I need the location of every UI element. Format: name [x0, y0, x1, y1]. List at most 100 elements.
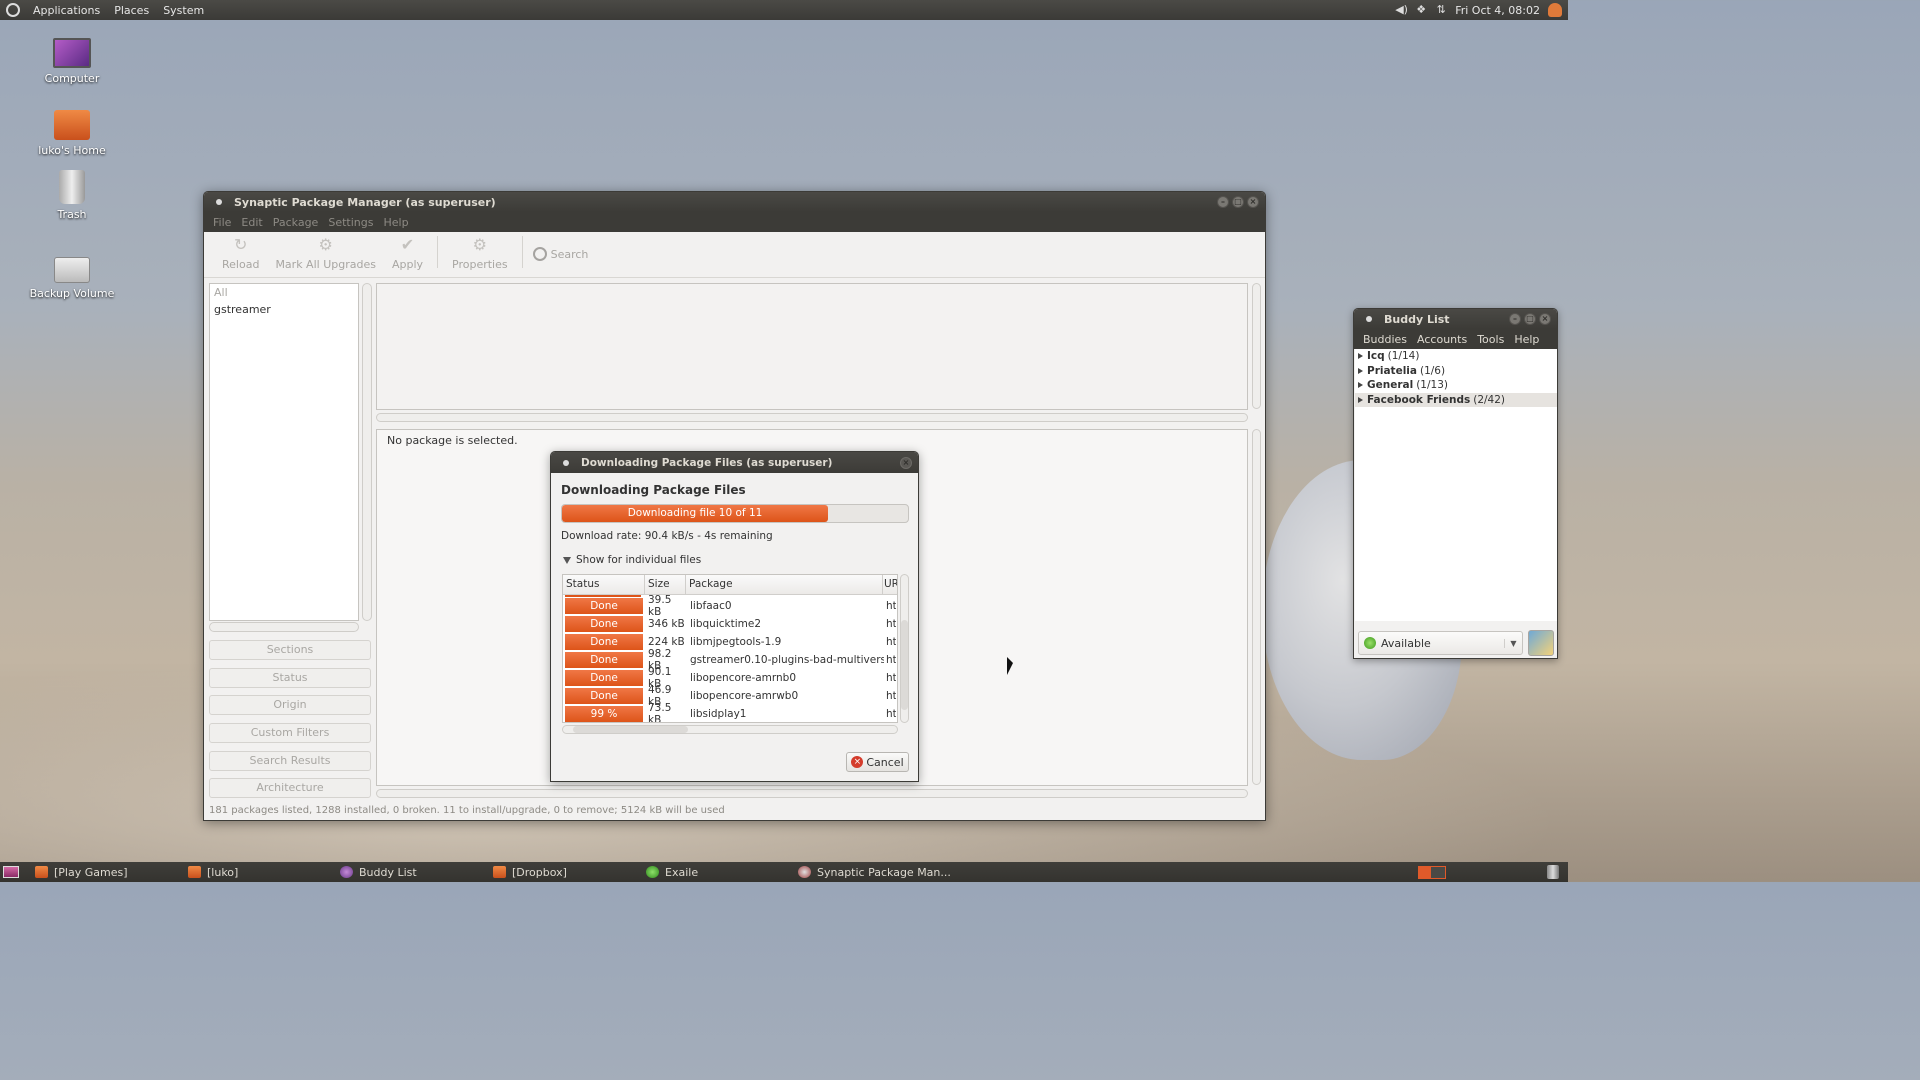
task-dropbox[interactable]: [Dropbox]	[493, 866, 567, 879]
row-size: 224 kB	[648, 636, 685, 648]
row-uri: ht	[886, 690, 896, 702]
package-list[interactable]	[376, 283, 1248, 410]
window-menu-icon[interactable]	[216, 199, 222, 205]
table-row[interactable]: Done 90.1 kB libopencore-amrnb0 ht	[563, 666, 897, 690]
workspace-switcher[interactable]	[1418, 866, 1446, 879]
active-workspace[interactable]	[1419, 867, 1431, 878]
window-menu-icon[interactable]	[1366, 316, 1372, 322]
column-uri[interactable]: UR	[883, 575, 897, 594]
show-desktop-icon[interactable]	[3, 866, 19, 878]
scroll-thumb[interactable]	[573, 726, 688, 733]
task-exaile[interactable]: Exaile	[646, 866, 698, 879]
top-panel: Applications Places System ◀) ❖ ⇅ Fri Oc…	[0, 0, 1568, 20]
column-size[interactable]: Size	[645, 575, 686, 594]
menu-system[interactable]: System	[156, 4, 211, 17]
show-files-expander[interactable]: Show for individual files	[563, 554, 701, 566]
table-row[interactable]: Done 346 kB libquicktime2 ht	[563, 615, 897, 633]
search-button[interactable]: Search	[532, 247, 588, 261]
filter-list-hscroll[interactable]	[209, 622, 359, 632]
menu-file[interactable]: File	[208, 216, 236, 229]
maximize-icon[interactable]: □	[1524, 313, 1536, 325]
buddy-titlebar[interactable]: Buddy List – □ ×	[1354, 309, 1557, 329]
trash-applet-icon[interactable]	[1547, 865, 1559, 879]
chevron-down-icon: ▼	[1504, 638, 1522, 648]
reload-icon: ↻	[234, 235, 248, 254]
close-icon[interactable]: ×	[1539, 313, 1551, 325]
package-list-vscroll[interactable]	[1252, 283, 1261, 409]
filter-item-all[interactable]: All	[210, 284, 358, 301]
ubuntu-logo-icon[interactable]	[6, 3, 20, 17]
maximize-icon[interactable]: □	[1232, 196, 1244, 208]
table-row[interactable]: Done 224 kB libmjpegtools-1.9 ht	[563, 633, 897, 651]
menu-tools[interactable]: Tools	[1472, 333, 1509, 346]
search-results-button[interactable]: Search Results	[209, 751, 371, 771]
details-vscroll[interactable]	[1252, 429, 1261, 785]
apply-button[interactable]: ✔ Apply	[384, 236, 431, 272]
desktop-icon-backup[interactable]: Backup Volume	[27, 257, 117, 300]
architecture-button[interactable]: Architecture	[209, 778, 371, 798]
network-icon[interactable]: ⇅	[1435, 4, 1447, 16]
status-selector[interactable]: Available ▼	[1358, 631, 1523, 655]
menu-applications[interactable]: Applications	[26, 4, 107, 17]
files-hscroll[interactable]	[562, 725, 898, 734]
mark-all-upgrades-button[interactable]: ⚙ Mark All Upgrades	[267, 236, 384, 272]
close-icon[interactable]: ×	[1247, 196, 1259, 208]
table-row[interactable]: Done 98.2 kB gstreamer0.10-plugins-bad-m…	[563, 648, 897, 672]
desktop-icon-computer[interactable]: Computer	[27, 38, 117, 85]
task-label: [luko]	[207, 865, 239, 879]
menu-package[interactable]: Package	[268, 216, 324, 229]
desktop-icon-home[interactable]: luko's Home	[27, 110, 117, 157]
desktop-icon-trash[interactable]: Trash	[27, 170, 117, 221]
group-priatelia[interactable]: Priatelia (1/6)	[1355, 364, 1557, 379]
task-buddy-list[interactable]: Buddy List	[340, 866, 417, 879]
volume-icon[interactable]: ◀)	[1395, 4, 1408, 16]
task-luko[interactable]: [luko]	[188, 866, 238, 879]
minimize-icon[interactable]: –	[1217, 196, 1229, 208]
menu-edit[interactable]: Edit	[236, 216, 267, 229]
files-vscroll[interactable]	[900, 574, 909, 723]
menu-settings[interactable]: Settings	[323, 216, 378, 229]
properties-button[interactable]: ⚙ Properties	[444, 236, 516, 272]
window-menu-icon[interactable]	[563, 459, 569, 466]
minimize-icon[interactable]: –	[1509, 313, 1521, 325]
row-status: Done	[565, 652, 643, 668]
dialog-titlebar[interactable]: Downloading Package Files (as superuser)…	[551, 452, 918, 473]
group-general[interactable]: General (1/13)	[1355, 378, 1557, 393]
table-row[interactable]: 99 % 73.5 kB libsidplay1 ht	[563, 702, 897, 722]
table-row[interactable]: Done 39.5 kB libfaac0 ht	[563, 594, 897, 618]
menu-help[interactable]: Help	[378, 216, 413, 229]
custom-filters-button[interactable]: Custom Filters	[209, 723, 371, 743]
task-synaptic[interactable]: Synaptic Package Man...	[798, 866, 951, 879]
group-icq[interactable]: Icq (1/14)	[1355, 349, 1557, 364]
dialog-title: Downloading Package Files (as superuser)	[581, 456, 833, 469]
menu-accounts[interactable]: Accounts	[1412, 333, 1472, 346]
cancel-button[interactable]: × Cancel	[846, 752, 909, 772]
column-package[interactable]: Package	[686, 575, 883, 594]
titlebar[interactable]: Synaptic Package Manager (as superuser) …	[204, 192, 1265, 212]
close-icon[interactable]: ×	[900, 456, 912, 469]
dropbox-icon[interactable]: ❖	[1415, 4, 1427, 16]
avatar[interactable]	[1528, 630, 1554, 656]
bottom-panel: [Play Games] [luko] Buddy List [Dropbox]…	[0, 862, 1568, 882]
user-icon[interactable]	[1548, 3, 1562, 17]
reload-button[interactable]: ↻ Reload	[214, 235, 267, 272]
filter-list-vscroll[interactable]	[362, 283, 372, 621]
group-facebook-friends[interactable]: Facebook Friends (2/42)	[1355, 392, 1557, 407]
column-status[interactable]: Status	[563, 575, 645, 594]
origin-button[interactable]: Origin	[209, 695, 371, 715]
filter-item-gstreamer[interactable]: gstreamer	[210, 301, 358, 318]
details-hscroll[interactable]	[376, 789, 1248, 798]
package-list-hscroll[interactable]	[376, 413, 1248, 422]
status-button[interactable]: Status	[209, 668, 371, 688]
clock[interactable]: Fri Oct 4, 08:02	[1455, 4, 1540, 17]
group-count: (1/14)	[1387, 350, 1420, 363]
scroll-thumb[interactable]	[901, 620, 908, 710]
menu-places[interactable]: Places	[107, 4, 156, 17]
sections-button[interactable]: Sections	[209, 640, 371, 660]
menu-help[interactable]: Help	[1509, 333, 1544, 346]
task-play-games[interactable]: [Play Games]	[35, 866, 128, 879]
table-row[interactable]: Done 46.9 kB libopencore-amrwb0 ht	[563, 684, 897, 708]
expand-arrow-icon	[1358, 396, 1363, 403]
download-progress-bar: Downloading file 10 of 11	[561, 504, 909, 523]
menu-buddies[interactable]: Buddies	[1358, 333, 1412, 346]
